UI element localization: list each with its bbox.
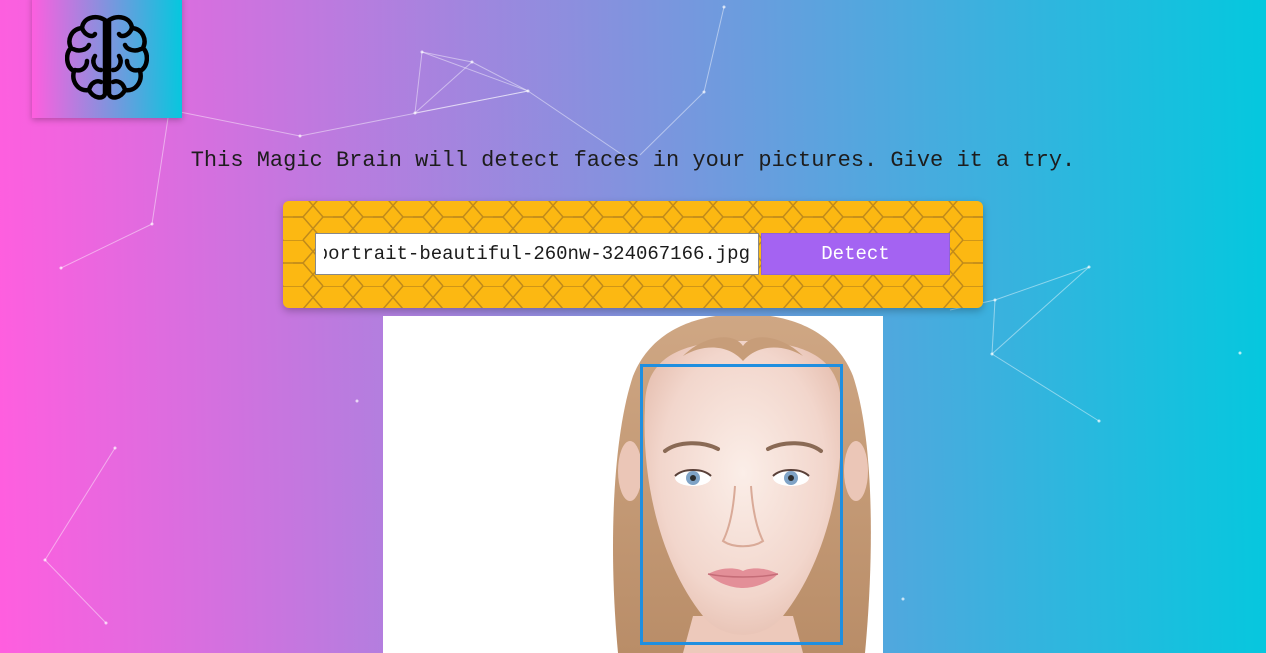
logo <box>32 0 182 118</box>
intro-text: This Magic Brain will detect faces in yo… <box>190 148 1076 173</box>
image-link-form: Detect <box>283 201 983 308</box>
image-url-input[interactable] <box>315 233 759 275</box>
face-bounding-box <box>640 364 843 645</box>
detect-button[interactable]: Detect <box>761 233 950 275</box>
result-image <box>383 316 883 653</box>
brain-icon <box>65 14 149 100</box>
